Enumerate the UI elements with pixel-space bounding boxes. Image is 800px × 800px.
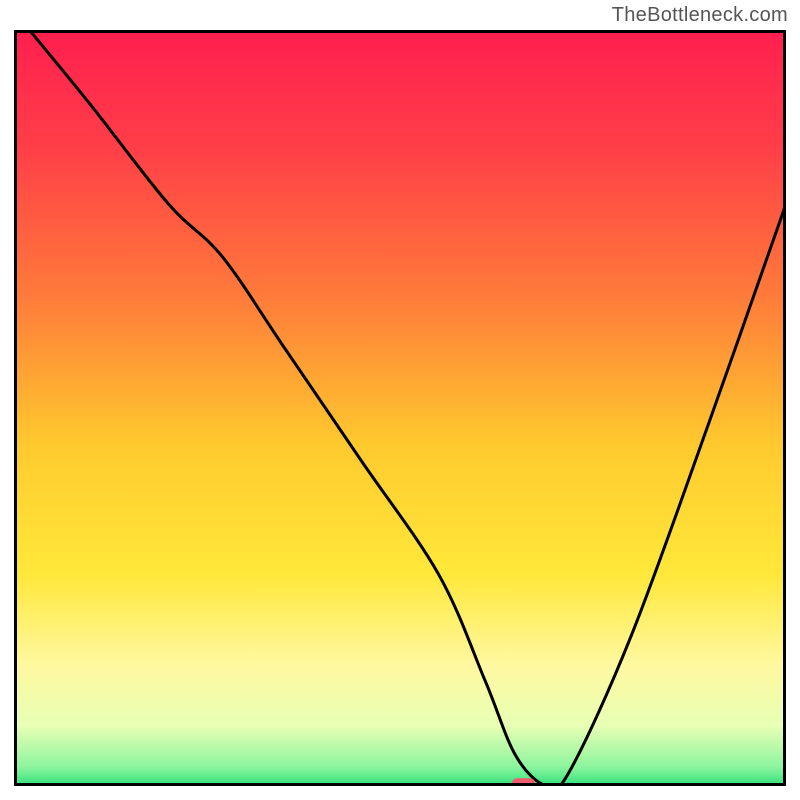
optimal-marker <box>512 778 535 786</box>
chart-svg <box>14 30 786 786</box>
watermark-label: TheBottleneck.com <box>612 4 788 27</box>
plot-area <box>14 30 786 786</box>
gradient-background <box>14 30 786 786</box>
chart-frame: TheBottleneck.com <box>0 0 800 800</box>
